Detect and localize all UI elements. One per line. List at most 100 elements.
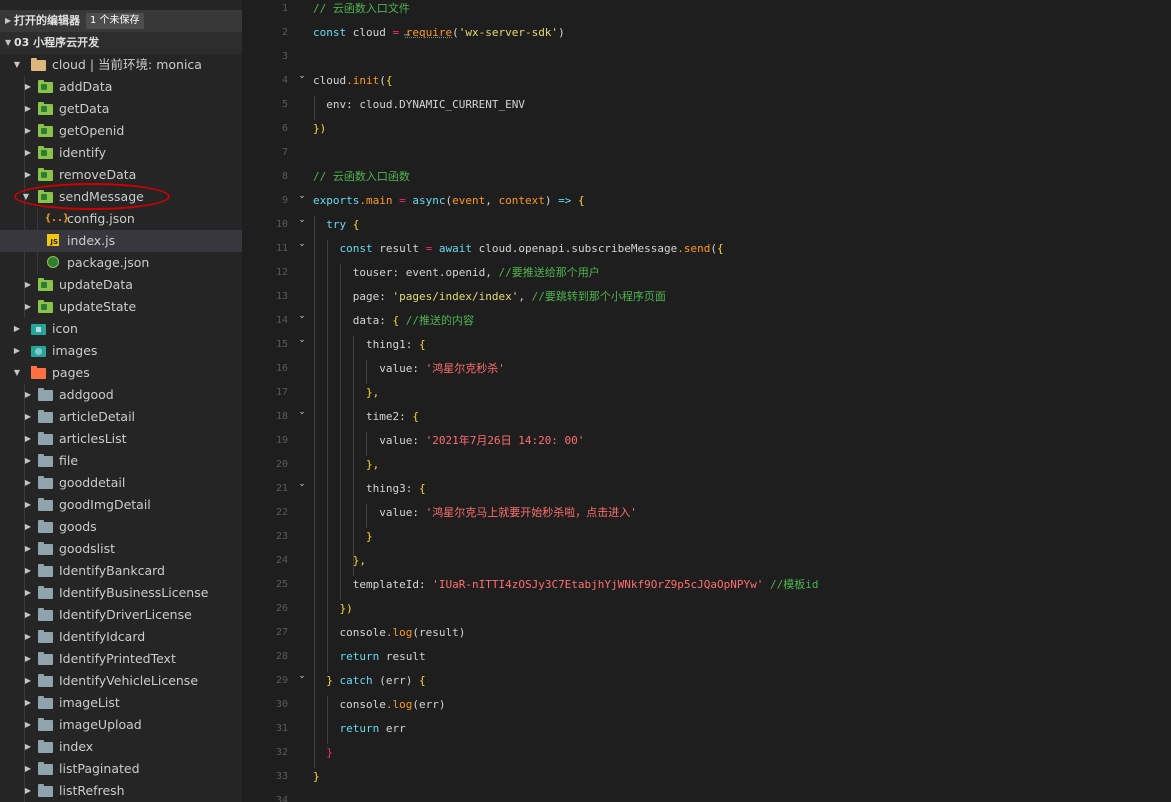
chevron-right-icon[interactable]: ▶	[12, 340, 22, 362]
fold-chevron-icon[interactable]: ⌄	[296, 208, 308, 232]
tree-item[interactable]: ▶ identify	[0, 142, 242, 164]
chevron-right-icon[interactable]: ▶	[23, 604, 33, 626]
chevron-right-icon[interactable]: ▶	[23, 428, 33, 450]
js-file-icon: JS	[47, 234, 62, 248]
tree-item-label: IdentifyIdcard	[59, 629, 146, 644]
tree-item[interactable]: ▶ IdentifyIdcard	[0, 626, 242, 648]
tree-item[interactable]: ▶ articlesList	[0, 428, 242, 450]
chevron-right-icon[interactable]: ▶	[23, 736, 33, 758]
chevron-right-icon[interactable]: ▶	[23, 538, 33, 560]
tree-item[interactable]: ▶ updateState	[0, 296, 242, 318]
open-editors-label: 打开的编辑器	[14, 14, 80, 27]
tree-item[interactable]: ▶ IdentifyVehicleLicense	[0, 670, 242, 692]
chevron-right-icon[interactable]: ▶	[23, 98, 33, 120]
chevron-right-icon[interactable]: ▶	[23, 582, 33, 604]
tree-item[interactable]: ▶ imageList	[0, 692, 242, 714]
tree-item[interactable]: ▶ getData	[0, 98, 242, 120]
chevron-down-icon[interactable]: ▼	[12, 54, 22, 76]
line-number: 2	[281, 27, 288, 38]
fold-chevron-icon[interactable]: ⌄	[296, 304, 308, 328]
tree-item[interactable]: ▶ IdentifyPrintedText	[0, 648, 242, 670]
chevron-right-icon[interactable]: ▶	[23, 714, 33, 736]
chevron-right-icon[interactable]: ▶	[23, 780, 33, 802]
chevron-right-icon[interactable]: ▶	[23, 164, 33, 186]
tree-item[interactable]: JS index.js	[0, 230, 242, 252]
folder-icon	[38, 432, 53, 446]
chevron-right-icon[interactable]: ▶	[12, 318, 22, 340]
tree-item-label: goodslist	[59, 541, 116, 556]
folder-icon	[38, 542, 53, 556]
tree-item-label: IdentifyDriverLicense	[59, 607, 192, 622]
chevron-down-icon[interactable]: ▼	[12, 362, 22, 384]
tree-item[interactable]: ▶ updateData	[0, 274, 242, 296]
tree-item[interactable]: package.json	[0, 252, 242, 274]
fold-chevron-icon[interactable]: ⌄	[296, 664, 308, 688]
chevron-right-icon[interactable]: ▶	[23, 450, 33, 472]
tree-item[interactable]: ▶ images	[0, 340, 242, 362]
chevron-right-icon[interactable]: ▶	[23, 494, 33, 516]
tree-item[interactable]: ▶ addgood	[0, 384, 242, 406]
fold-chevron-icon[interactable]: ⌄	[296, 232, 308, 256]
tree-item[interactable]: ▶ goodImgDetail	[0, 494, 242, 516]
chevron-right-icon[interactable]: ▶	[23, 296, 33, 318]
tree-item[interactable]: ▶ listRefresh	[0, 780, 242, 802]
tree-item[interactable]: ▶ IdentifyBankcard	[0, 560, 242, 582]
workspace-section[interactable]: ▼ 03 小程序云开发	[0, 32, 242, 54]
fold-chevron-icon[interactable]: ⌄	[296, 472, 308, 496]
tree-item[interactable]: ▼ cloud | 当前环境: monica	[0, 54, 242, 76]
tree-item[interactable]: ▶ goodslist	[0, 538, 242, 560]
chevron-right-icon[interactable]: ▶	[23, 120, 33, 142]
chevron-right-icon: ▶	[5, 16, 12, 25]
tree-item[interactable]: ▶ listPaginated	[0, 758, 242, 780]
folder-icon	[38, 630, 53, 644]
folder-icon	[38, 696, 53, 710]
fold-chevron-icon[interactable]: ⌄	[296, 328, 308, 352]
code-line-12: touser: event.openid, //要推送给那个用户	[352, 266, 600, 279]
fold-chevron-icon[interactable]: ⌄	[296, 400, 308, 424]
tree-item[interactable]: ▶ removeData	[0, 164, 242, 186]
explorer-sidebar: ▶ 打开的编辑器 1 个未保存 ▼ 03 小程序云开发 ▼ cloud | 当前环…	[0, 0, 242, 802]
code-editor[interactable]: 1 2 3 4 5 6 7 8 9 10 11 12 13 14 15 16 17 18 19 20 21 22 23 24 2…	[242, 0, 1171, 802]
code-line-13: page: 'pages/index/index', //要跳转到那个小程序页面	[352, 290, 666, 303]
chevron-right-icon[interactable]: ▶	[23, 648, 33, 670]
line-number: 17	[275, 387, 288, 398]
chevron-right-icon[interactable]: ▶	[23, 76, 33, 98]
tree-item-label: file	[59, 453, 79, 468]
code-line-10: try {	[326, 218, 360, 231]
tree-item[interactable]: ▶ imageUpload	[0, 714, 242, 736]
tree-item-label: IdentifyBankcard	[59, 563, 165, 578]
tree-item[interactable]: ▶ articleDetail	[0, 406, 242, 428]
tree-item-label: addData	[59, 79, 113, 94]
tree-item[interactable]: ▶ file	[0, 450, 242, 472]
tree-item[interactable]: ▼ pages	[0, 362, 242, 384]
chevron-right-icon[interactable]: ▶	[23, 274, 33, 296]
tree-item-label: IdentifyVehicleLicense	[59, 673, 199, 688]
open-editors-section[interactable]: ▶ 打开的编辑器 1 个未保存	[0, 10, 242, 32]
tree-item[interactable]: ▶ index	[0, 736, 242, 758]
chevron-right-icon[interactable]: ▶	[23, 516, 33, 538]
code-line-15: thing1: {	[365, 338, 426, 351]
tree-item[interactable]: ▶ IdentifyDriverLicense	[0, 604, 242, 626]
tree-item[interactable]: ▶ gooddetail	[0, 472, 242, 494]
tree-item[interactable]: ▶ addData	[0, 76, 242, 98]
chevron-right-icon[interactable]: ▶	[23, 626, 33, 648]
workspace-label: 03 小程序云开发	[14, 36, 100, 49]
chevron-right-icon[interactable]: ▶	[23, 670, 33, 692]
tree-item[interactable]: ▶ IdentifyBusinessLicense	[0, 582, 242, 604]
tree-item-label: updateState	[59, 299, 137, 314]
fold-chevron-icon[interactable]: ⌄	[296, 184, 308, 208]
chevron-right-icon[interactable]: ▶	[23, 758, 33, 780]
tree-item[interactable]: {..} config.json	[0, 208, 242, 230]
tree-item[interactable]: ▶ goods	[0, 516, 242, 538]
code-line-33: }	[313, 770, 320, 783]
chevron-right-icon[interactable]: ▶	[23, 384, 33, 406]
chevron-right-icon[interactable]: ▶	[23, 142, 33, 164]
chevron-right-icon[interactable]: ▶	[23, 472, 33, 494]
tree-item[interactable]: ▶ icon	[0, 318, 242, 340]
line-number: 3	[281, 51, 288, 62]
tree-item[interactable]: ▶ getOpenid	[0, 120, 242, 142]
chevron-right-icon[interactable]: ▶	[23, 692, 33, 714]
fold-chevron-icon[interactable]: ⌄	[296, 64, 308, 88]
chevron-right-icon[interactable]: ▶	[23, 560, 33, 582]
chevron-right-icon[interactable]: ▶	[23, 406, 33, 428]
